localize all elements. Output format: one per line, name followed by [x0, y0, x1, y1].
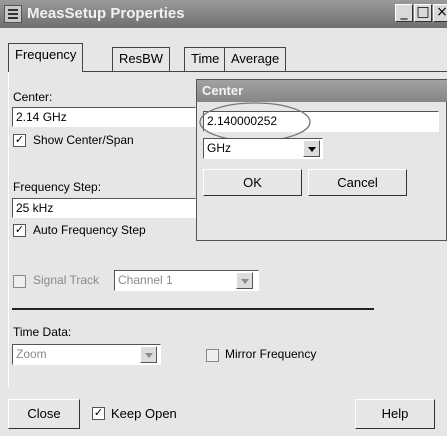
tab-frequency[interactable]: Frequency [8, 43, 84, 72]
keep-open-label: Keep Open [111, 406, 177, 421]
time-data-chevron-down-icon[interactable] [140, 346, 157, 363]
frequency-step-field[interactable]: 25 kHz [12, 198, 196, 218]
signal-track-label: Signal Track [33, 273, 100, 287]
show-center-span-checkbox[interactable]: ✓ [13, 134, 26, 147]
auto-frequency-step-label: Auto Frequency Step [33, 223, 146, 237]
frequency-step-label: Frequency Step: [13, 180, 102, 194]
signal-track-checkbox[interactable] [13, 275, 26, 288]
signal-track-chevron-down-icon[interactable] [236, 272, 253, 289]
center-label: Center: [13, 90, 53, 104]
close-window-button[interactable]: × [433, 4, 447, 22]
mirror-frequency-checkbox[interactable] [206, 349, 219, 362]
close-button[interactable]: Close [8, 399, 80, 429]
center-field[interactable]: 2.14 GHz [12, 107, 196, 127]
separator [12, 308, 374, 310]
tab-time[interactable]: Time [184, 47, 227, 71]
ok-button[interactable]: OK [203, 169, 302, 196]
cancel-button[interactable]: Cancel [308, 169, 407, 196]
mirror-frequency-label: Mirror Frequency [225, 347, 317, 361]
app-icon [4, 5, 22, 23]
meas-setup-window: MeasSetup Properties _ □ × Frequency Res… [0, 0, 447, 436]
unit-chevron-down-icon[interactable] [303, 140, 320, 157]
minimize-button[interactable]: _ [395, 4, 413, 22]
help-button[interactable]: Help [355, 399, 435, 429]
tab-resbw[interactable]: ResBW [112, 47, 171, 71]
show-center-span-label: Show Center/Span [33, 133, 134, 147]
maximize-button[interactable]: □ [414, 4, 432, 22]
tab-average[interactable]: Average [224, 47, 287, 71]
window-title: MeasSetup Properties [27, 5, 185, 22]
auto-frequency-step-checkbox[interactable]: ✓ [13, 224, 26, 237]
title-bar[interactable]: MeasSetup Properties _ □ × [0, 0, 447, 28]
center-dialog: Center 2.140000252 GHz OK Cancel [196, 79, 447, 241]
time-data-dropdown[interactable]: Zoom [12, 344, 161, 365]
keep-open-checkbox[interactable]: ✓ [92, 407, 105, 420]
time-data-label: Time Data: [13, 325, 72, 339]
